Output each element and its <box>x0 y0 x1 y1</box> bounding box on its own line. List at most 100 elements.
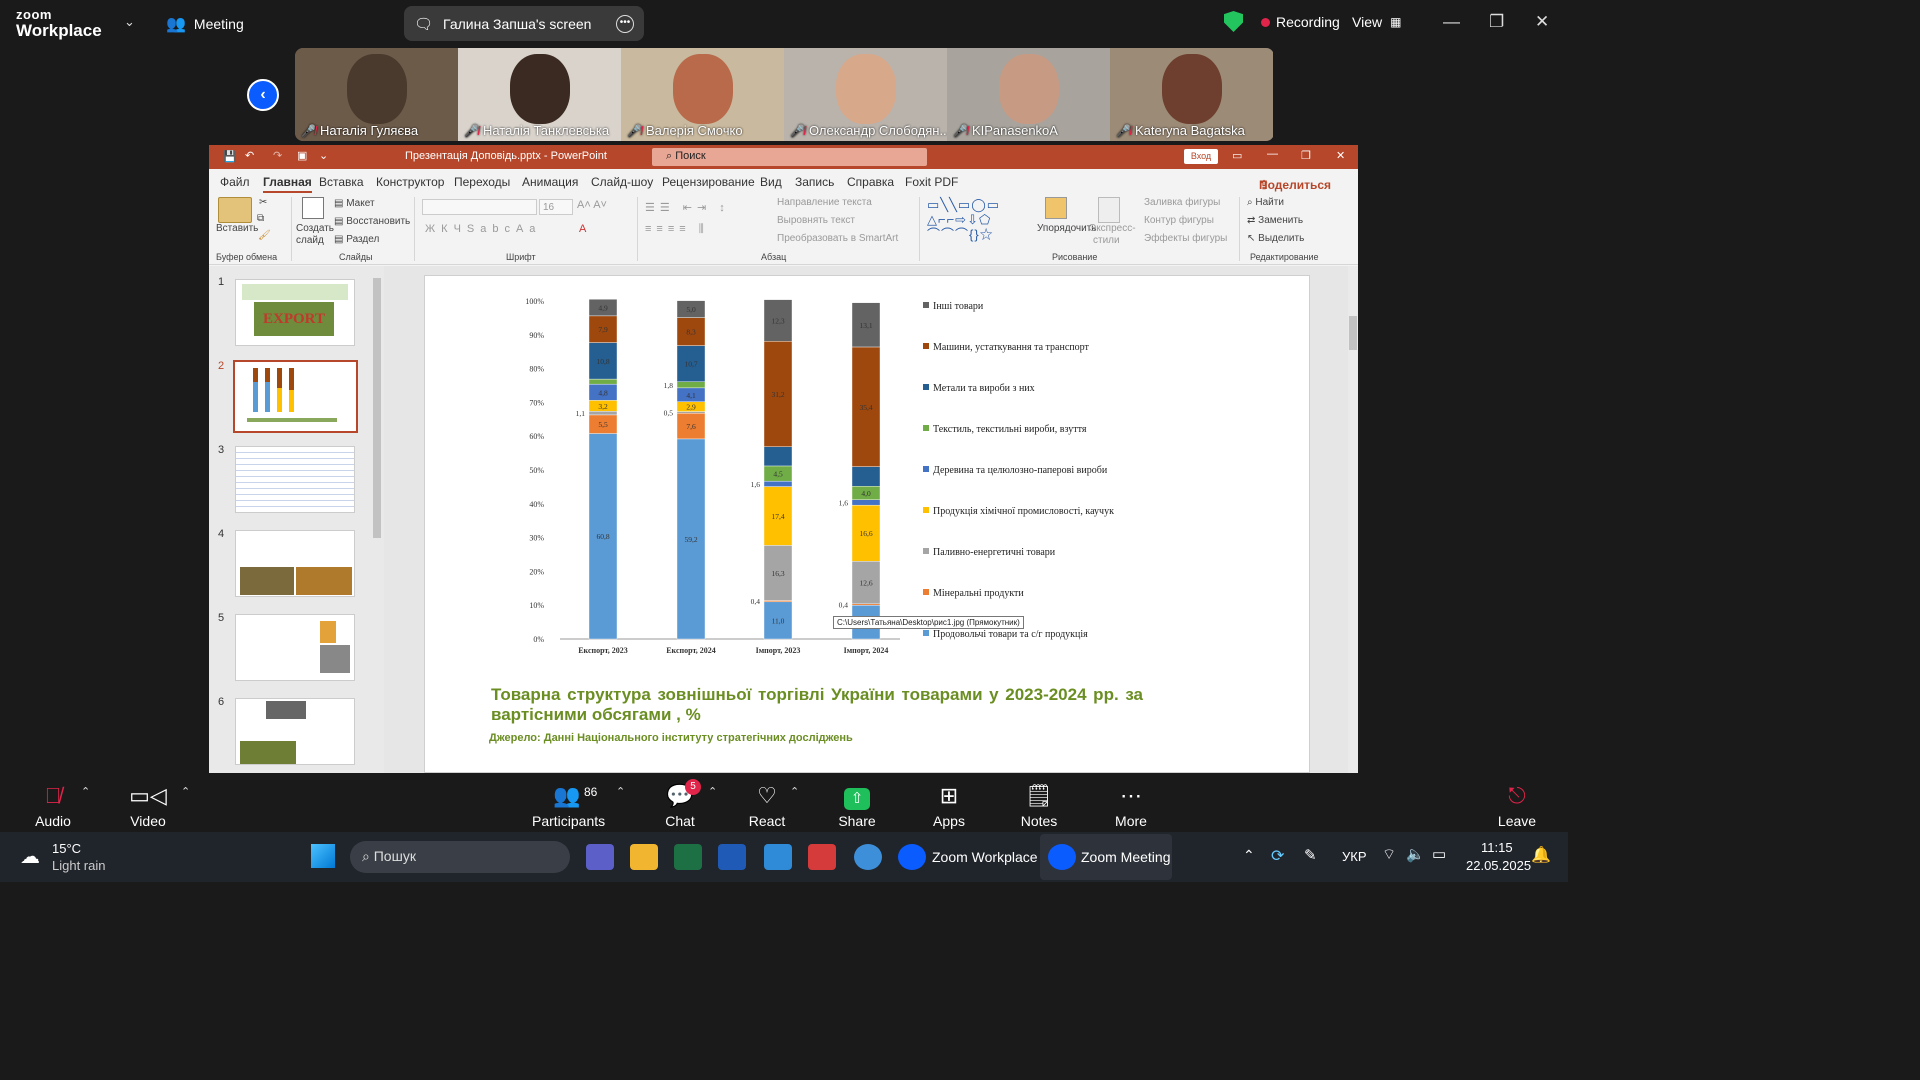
format-painter-icon[interactable]: 🖌 <box>258 230 271 241</box>
smartart-button[interactable]: Преобразовать в SmartArt <box>777 233 898 244</box>
menu-transitions[interactable]: Переходы <box>454 175 510 189</box>
recording-indicator[interactable]: Recording <box>1261 14 1340 30</box>
react-options-caret-icon[interactable]: ⌃ <box>790 785 799 798</box>
word-icon[interactable] <box>718 844 746 870</box>
section-button[interactable]: ▤ Раздел <box>334 234 379 245</box>
restore-icon[interactable]: ❐ <box>1489 12 1504 32</box>
view-button[interactable]: View ▦ <box>1352 14 1401 30</box>
layout-button[interactable]: ▤ Макет <box>334 198 375 209</box>
list-buttons[interactable]: ☰☰ ⇤⇥ ↕ <box>645 201 730 214</box>
menu-slideshow[interactable]: Слайд-шоу <box>591 175 653 189</box>
teams-icon[interactable] <box>586 844 614 870</box>
participant-tile[interactable]: 🎤̸ Наталія Гуляєва <box>295 48 458 141</box>
minimize-icon[interactable]: — <box>1443 12 1460 32</box>
acrobat-icon[interactable] <box>808 844 836 870</box>
zoom-meeting-task[interactable]: Zoom Meeting <box>1081 849 1170 865</box>
taskbar-search[interactable]: ⌕ Пошук <box>350 841 570 873</box>
align-buttons[interactable]: ≡≡≡≡ ⫼ <box>645 223 709 236</box>
menu-help[interactable]: Справка <box>847 175 894 189</box>
slide-thumbnail-1[interactable]: EXPORT <box>235 279 355 346</box>
slide-canvas[interactable]: 0% 10% 20% 30% 40% 50% 60% 70% 80% 90% 100% 60,8 5,5… <box>424 275 1310 773</box>
clock-date[interactable]: 22.05.2025 <box>1466 858 1531 873</box>
shapes-gallery[interactable]: ▭╲╲▭◯▭ △⌐⌐⇨⇩⬠ ⌒⌒⌒{}☆ <box>927 197 1021 242</box>
strip-back-button[interactable]: ‹ <box>247 79 279 111</box>
slide-thumbnail-4[interactable] <box>235 530 355 597</box>
select-button[interactable]: ↖ Выделить <box>1247 233 1304 244</box>
participant-tile[interactable]: 🎤̸ Наталія Танклевська <box>458 48 621 141</box>
participant-tile[interactable]: 🎤̸ Kateryna Bagatska <box>1110 48 1273 141</box>
sync-icon[interactable]: ⟳ <box>1271 846 1284 866</box>
audio-options-caret-icon[interactable]: ⌃ <box>81 785 90 798</box>
zoom-workplace-task[interactable]: Zoom Workplace <box>932 849 1038 865</box>
new-slide-label-2[interactable]: слайд <box>296 235 324 246</box>
shield-icon[interactable] <box>1224 11 1243 32</box>
new-slide-label-1[interactable]: Создать <box>296 223 334 234</box>
slide-thumbnail-3[interactable] <box>235 446 355 513</box>
share-status-pill[interactable]: 🗨 Галина Запша's screen ••• <box>404 6 644 41</box>
quick-styles-label-2[interactable]: стили <box>1093 235 1120 246</box>
text-direction-button[interactable]: Направление текста <box>777 197 872 208</box>
video-button[interactable]: ▭◁ Video <box>113 781 183 829</box>
leave-button[interactable]: ⎋ Leave <box>1482 781 1552 829</box>
redo-icon[interactable]: ↷ <box>273 149 282 162</box>
cut-icon[interactable]: ✂ <box>259 197 267 208</box>
arrange-icon[interactable] <box>1045 197 1067 219</box>
ppt-minimize-icon[interactable]: — <box>1267 148 1278 160</box>
windows-start-icon[interactable] <box>311 844 335 868</box>
font-grow-icon[interactable]: A˄ A˅ <box>577 199 607 211</box>
chat-button[interactable]: 💬 5 Chat <box>645 779 715 829</box>
shape-fill-button[interactable]: Заливка фигуры <box>1144 197 1220 208</box>
paste-icon[interactable] <box>218 197 252 223</box>
slide-scroll-thumb[interactable] <box>1349 316 1357 350</box>
participant-tile[interactable]: 🎤̸ Валерія Смочко <box>621 48 784 141</box>
present-icon[interactable]: ▣ <box>297 149 307 162</box>
menu-view[interactable]: Вид <box>760 175 782 189</box>
font-name-field[interactable] <box>422 199 537 215</box>
slide-thumbnail-6[interactable] <box>235 698 355 765</box>
menu-design[interactable]: Конструктор <box>376 175 444 189</box>
more-options-icon[interactable]: ••• <box>616 14 634 33</box>
shape-outline-button[interactable]: Контур фигуры <box>1144 215 1214 226</box>
thumbnail-scrollbar[interactable] <box>372 266 382 773</box>
shape-effects-button[interactable]: Эффекты фигуры <box>1144 233 1227 244</box>
undo-icon[interactable]: ↶ <box>245 149 254 162</box>
quick-styles-icon[interactable] <box>1098 197 1120 223</box>
login-button[interactable]: Вход <box>1184 149 1218 164</box>
chevron-down-icon[interactable]: ⌄ <box>124 14 135 30</box>
font-color-icon[interactable]: A <box>579 223 586 235</box>
replace-button[interactable]: ⇄ Заменить <box>1247 215 1303 226</box>
wifi-icon[interactable]: ⌔ <box>1382 845 1396 864</box>
reset-button[interactable]: ▤ Восстановить <box>334 216 410 227</box>
font-style-buttons[interactable]: ЖКЧSabcAa <box>425 223 541 235</box>
arrange-button[interactable]: Упорядочить <box>1037 223 1097 234</box>
menu-file[interactable]: Файл <box>220 175 250 189</box>
save-icon[interactable]: 💾 <box>223 150 237 163</box>
ppt-search-box[interactable]: ⌕ Поиск <box>652 148 927 166</box>
copy-icon[interactable]: ⧉ <box>257 213 264 224</box>
pen-icon[interactable]: ✎ <box>1304 846 1317 864</box>
participants-options-caret-icon[interactable]: ⌃ <box>616 785 625 798</box>
weather-icon[interactable]: ☁ <box>20 844 40 869</box>
excel-icon[interactable] <box>674 844 702 870</box>
notes-button[interactable]: 🗒 Notes <box>1004 781 1074 829</box>
zoom-workplace-icon[interactable] <box>898 844 926 870</box>
participant-tile[interactable]: 🎤̸ KIPanasenkoA <box>947 48 1110 141</box>
ribbon-display-icon[interactable]: ▭ <box>1232 149 1242 162</box>
slide-thumbnail-2[interactable] <box>233 360 358 433</box>
tray-chevron-icon[interactable]: ⌃ <box>1243 847 1255 864</box>
battery-icon[interactable]: ▭ <box>1432 845 1446 863</box>
participants-button[interactable]: 👥 86 Participants <box>532 781 605 829</box>
zoom-logo[interactable]: zoom Workplace <box>16 8 102 39</box>
browser-icon[interactable] <box>854 844 882 870</box>
find-button[interactable]: ⌕ Найти <box>1247 197 1284 208</box>
participant-tile[interactable]: 🎤̸ Олександр Слободян... <box>784 48 947 141</box>
notifications-icon[interactable]: 🔔 <box>1531 845 1551 865</box>
ppt-close-icon[interactable]: ✕ <box>1336 149 1345 162</box>
apps-button[interactable]: ⊞ Apps <box>914 781 984 829</box>
slide-thumbnail-5[interactable] <box>235 614 355 681</box>
weather-desc[interactable]: Light rain <box>52 858 105 873</box>
quick-styles-label-1[interactable]: Экспресс- <box>1089 223 1136 234</box>
more-button[interactable]: ⋯ More <box>1096 781 1166 829</box>
language-indicator[interactable]: УКР <box>1342 849 1367 864</box>
font-size-field[interactable]: 16 <box>539 199 573 215</box>
